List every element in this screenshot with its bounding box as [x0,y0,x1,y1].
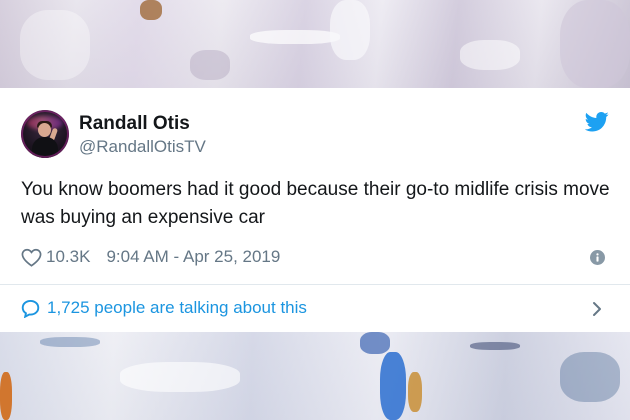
divider [0,284,630,285]
painted-background-top [0,0,630,88]
author-handle[interactable]: @RandallOtisTV [79,137,206,157]
author-name[interactable]: Randall Otis [79,113,190,135]
conversation-label: 1,725 people are talking about this [47,298,307,317]
speech-bubble-icon [21,299,40,318]
avatar[interactable] [21,110,69,158]
twitter-bird-icon[interactable] [585,112,609,132]
conversation-link[interactable]: 1,725 people are talking about this [21,297,307,319]
tweet-timestamp[interactable]: 9:04 AM - Apr 25, 2019 [106,247,280,267]
heart-icon[interactable] [21,248,42,267]
chevron-right-icon[interactable] [591,300,603,318]
painted-background-bottom [0,332,630,420]
tweet-card[interactable]: Randall Otis @RandallOtisTV You know boo… [0,88,630,332]
tweet-text: You know boomers had it good because the… [21,179,610,228]
tweet-meta: 10.3K 9:04 AM - Apr 25, 2019 [21,246,280,268]
like-count[interactable]: 10.3K [46,247,90,267]
info-icon[interactable] [590,250,605,265]
